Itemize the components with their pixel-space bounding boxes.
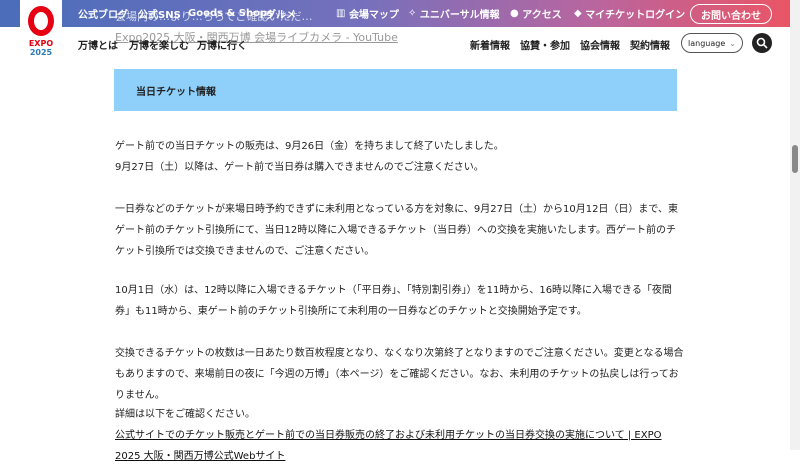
topbar-goods[interactable]: Goods & Shops xyxy=(188,0,273,27)
universal-icon: ✧ xyxy=(408,8,420,19)
search-icon xyxy=(756,37,768,49)
map-icon: ▥ xyxy=(336,8,349,19)
paragraph: 10月1日（水）は、12時以降に入場できるチケット（「平日券」、「特別割引券」）… xyxy=(115,285,672,317)
nav-enjoy[interactable]: 万博を楽しむ xyxy=(129,37,189,52)
scrollbar[interactable] xyxy=(790,0,800,450)
paragraph: 詳細は以下をご確認ください。 公式サイトでのチケット販売とゲート前での当日券販売の… xyxy=(115,409,662,462)
topbar-myticket-login[interactable]: ◆ マイチケットログイン xyxy=(574,0,685,27)
paragraph: 一日券などのチケットが来場日時予約できずに未利用となっている方を対象に、9月27… xyxy=(115,204,679,257)
nav-sponsor[interactable]: 協賛・参加 xyxy=(520,37,570,52)
paragraph: ゲート前での当日チケットの販売は、9月26日（金）を持ちまして終了いたしました。… xyxy=(115,141,504,173)
nav-visit[interactable]: 万博に行く xyxy=(197,37,247,52)
topbar-access[interactable]: ● アクセス xyxy=(510,0,562,27)
nav-contracts[interactable]: 契約情報 xyxy=(630,37,670,52)
nav-about[interactable]: 万博とは xyxy=(78,37,118,52)
language-select[interactable]: language ⌄ xyxy=(681,33,743,53)
section-heading: 当日チケット情報 xyxy=(114,69,677,111)
contact-button[interactable]: お問い合わせ xyxy=(690,4,772,24)
nav-news[interactable]: 新着情報 xyxy=(470,37,510,52)
search-button[interactable] xyxy=(752,33,772,53)
topbar-universal[interactable]: ✧ ユニバーサル情報 xyxy=(408,0,500,27)
ticket-icon: ◆ xyxy=(574,8,586,19)
details-link[interactable]: 公式サイトでのチケット販売とゲート前での当日券販売の終了および未利用チケットの当… xyxy=(115,430,662,462)
expo-logo-mark-icon xyxy=(28,6,54,36)
topbar-gourmet[interactable]: グルメ xyxy=(266,0,296,27)
chevron-down-icon: ⌄ xyxy=(729,38,736,48)
topbar-blog[interactable]: 公式ブログ xyxy=(78,0,128,27)
scrollbar-thumb[interactable] xyxy=(792,145,798,173)
topbar-sns[interactable]: 公式SNS xyxy=(138,0,181,27)
topbar-map[interactable]: ▥ 会場マップ xyxy=(336,0,399,27)
location-pin-icon: ● xyxy=(510,8,523,19)
paragraph: 交換できるチケットの枚数は一日あたり数百枚程度となり、なくなり次第終了となります… xyxy=(115,348,684,401)
nav-association[interactable]: 協会情報 xyxy=(580,37,620,52)
expo-logo[interactable]: EXPO 2025 xyxy=(20,0,62,68)
